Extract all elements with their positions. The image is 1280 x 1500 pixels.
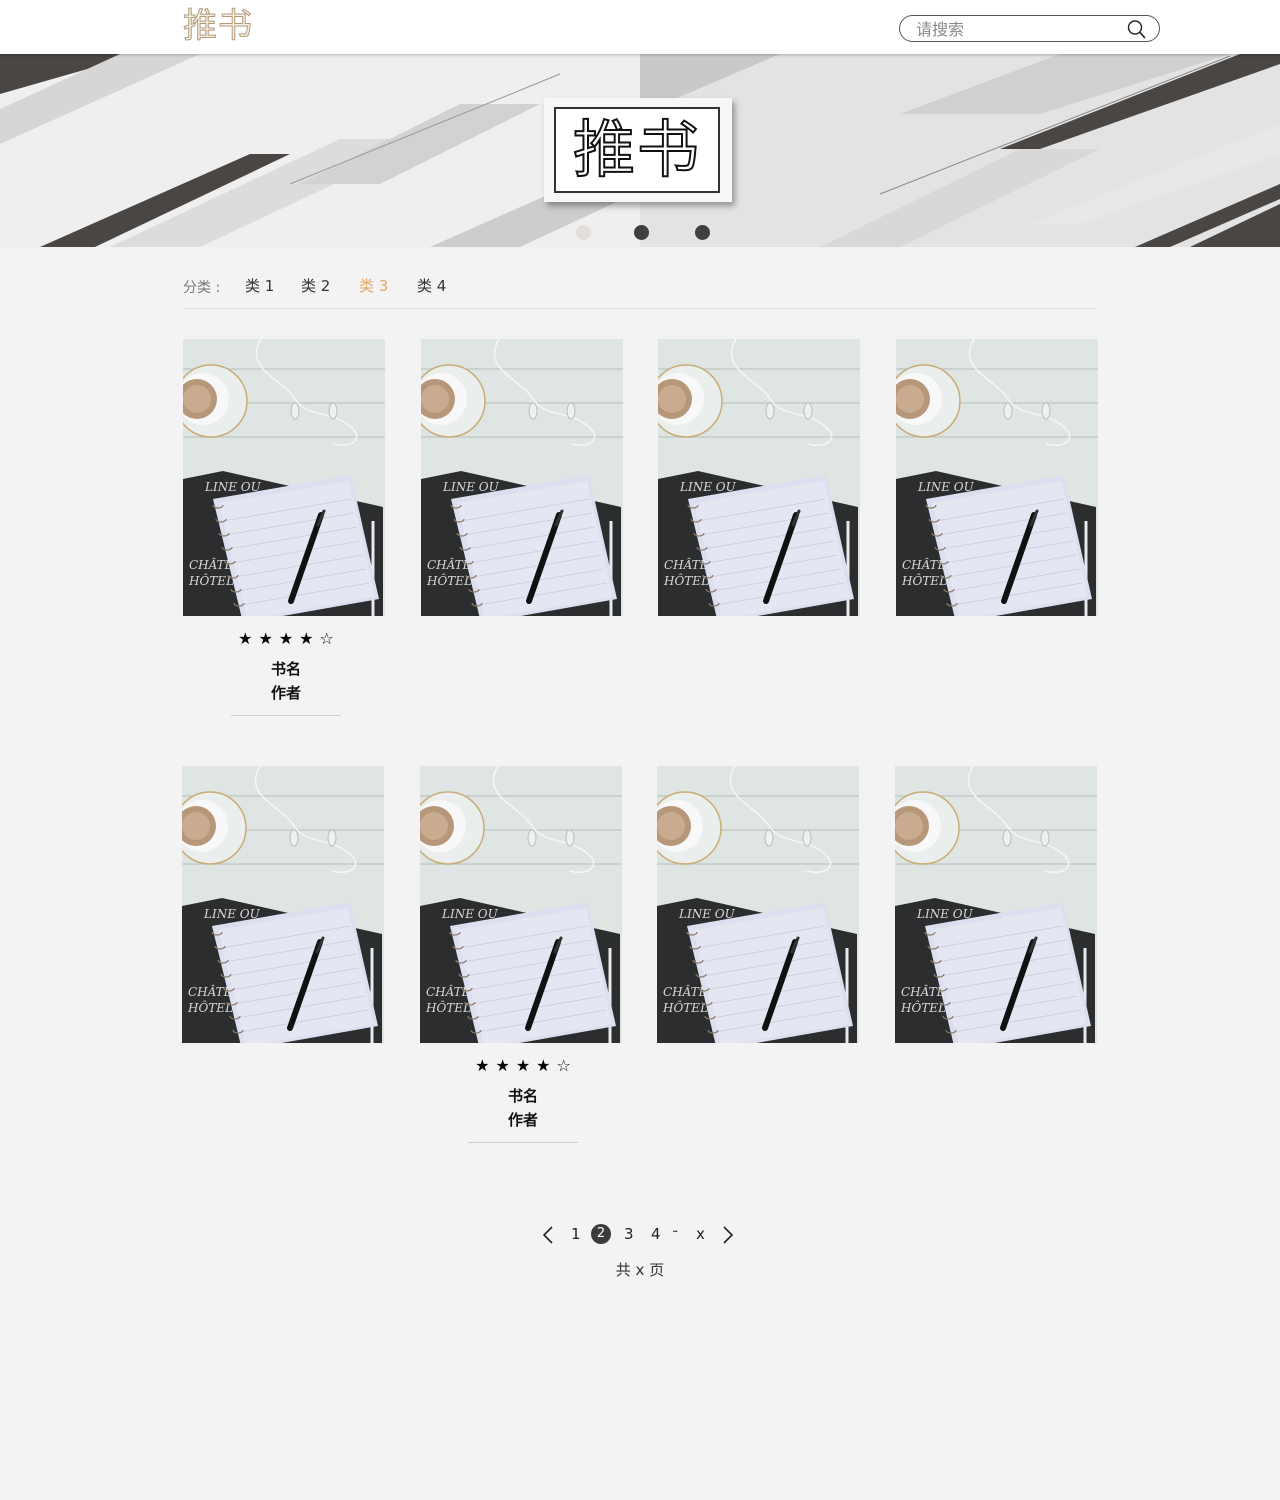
star-filled-icon: ★ xyxy=(495,1056,510,1075)
book-cover-image[interactable]: LINE OU CHÂTE HÔTEL DE xyxy=(895,766,1097,1043)
svg-text:CHÂTE: CHÂTE xyxy=(188,984,233,999)
book-cover-image[interactable]: LINE OU CHÂTE HÔTEL DE xyxy=(421,339,623,616)
book-cover-image[interactable]: LINE OU CHÂTE HÔTEL DE xyxy=(896,339,1098,616)
page-link-2-current[interactable]: 2 xyxy=(591,1224,611,1244)
svg-text:LINE OU: LINE OU xyxy=(679,480,737,494)
banner-logo-card: 推书 xyxy=(544,98,732,202)
svg-text:CHÂTE: CHÂTE xyxy=(426,984,471,999)
category-label: 分类 : xyxy=(183,280,221,296)
star-filled-icon: ★ xyxy=(258,629,273,648)
pagination: 1 2 3 4 ··· x xyxy=(0,1222,1280,1248)
rating-stars: ★ ★ ★ ★ ☆ xyxy=(231,629,341,649)
carousel-dots xyxy=(0,225,1280,241)
banner-logo-text: 推书 xyxy=(554,107,720,193)
svg-text:CHÂTE: CHÂTE xyxy=(663,984,708,999)
book-info: ★ ★ ★ ★ ☆ 书名作者 xyxy=(231,629,341,716)
svg-text:LINE OU: LINE OU xyxy=(203,907,261,921)
book-author: 作者 xyxy=(270,684,301,702)
book-title[interactable]: 书名 xyxy=(231,657,341,681)
book-cover-image[interactable]: LINE OU CHÂTE HÔTEL DE xyxy=(658,339,860,616)
search-box xyxy=(899,15,1160,42)
book-cover-image[interactable]: LINE OU CHÂTE HÔTEL DE xyxy=(420,766,622,1043)
category-filter: 分类 : 类 1 类 2 类 3 类 4 xyxy=(183,272,1097,309)
svg-text:LINE OU: LINE OU xyxy=(204,480,262,494)
page-link-1[interactable]: 1 xyxy=(571,1224,581,1244)
page-link-4[interactable]: 4 xyxy=(651,1224,661,1244)
star-empty-icon: ☆ xyxy=(556,1056,571,1075)
book-title[interactable]: 书名 xyxy=(468,1084,578,1108)
book-author: 作者 xyxy=(507,1111,538,1129)
book-info: ★ ★ ★ ★ ☆ 书名作者 xyxy=(468,1056,578,1143)
svg-text:LINE OU: LINE OU xyxy=(916,907,974,921)
svg-text:LINE OU: LINE OU xyxy=(917,480,975,494)
book-cover-image[interactable]: LINE OU CHÂTE HÔTEL DE xyxy=(657,766,859,1043)
svg-text:CHÂTE: CHÂTE xyxy=(427,557,472,572)
total-pages: 共 x 页 xyxy=(615,1261,665,1279)
site-logo[interactable]: 推书 xyxy=(183,6,253,47)
prev-page-icon[interactable] xyxy=(541,1225,555,1245)
star-filled-icon: ★ xyxy=(475,1056,490,1075)
star-filled-icon: ★ xyxy=(536,1056,551,1075)
book-cover-image[interactable]: LINE OU CHÂTE HÔTEL DE xyxy=(182,766,384,1043)
search-icon[interactable] xyxy=(1126,19,1146,39)
book-cover-image[interactable]: LINE OU CHÂTE HÔTEL DE xyxy=(183,339,385,616)
carousel-dot-3[interactable] xyxy=(695,225,710,240)
page-ellipsis: ··· xyxy=(672,1225,678,1238)
svg-text:CHÂTE: CHÂTE xyxy=(902,557,947,572)
svg-text:CHÂTE: CHÂTE xyxy=(664,557,709,572)
rating-stars: ★ ★ ★ ★ ☆ xyxy=(468,1056,578,1076)
svg-text:CHÂTE: CHÂTE xyxy=(189,557,234,572)
category-item-2[interactable]: 类 2 xyxy=(301,275,330,296)
top-header: 推书 xyxy=(0,0,1280,54)
svg-text:LINE OU: LINE OU xyxy=(678,907,736,921)
page-link-3[interactable]: 3 xyxy=(624,1224,634,1244)
star-filled-icon: ★ xyxy=(278,629,294,648)
category-item-3[interactable]: 类 3 xyxy=(359,275,388,296)
svg-text:LINE OU: LINE OU xyxy=(441,907,499,921)
carousel-dot-1[interactable] xyxy=(576,225,591,240)
star-filled-icon: ★ xyxy=(299,629,314,648)
carousel-dot-2[interactable] xyxy=(634,225,649,240)
star-filled-icon: ★ xyxy=(238,629,253,648)
page-link-last[interactable]: x xyxy=(696,1224,705,1244)
star-empty-icon: ☆ xyxy=(319,629,334,648)
svg-text:LINE OU: LINE OU xyxy=(442,480,500,494)
star-filled-icon: ★ xyxy=(515,1056,531,1075)
category-item-4[interactable]: 类 4 xyxy=(417,275,446,296)
category-item-1[interactable]: 类 1 xyxy=(245,275,274,296)
hero-banner: 推书 xyxy=(0,54,1280,247)
search-input[interactable] xyxy=(916,18,1116,40)
next-page-icon[interactable] xyxy=(721,1225,735,1245)
svg-text:CHÂTE: CHÂTE xyxy=(901,984,946,999)
